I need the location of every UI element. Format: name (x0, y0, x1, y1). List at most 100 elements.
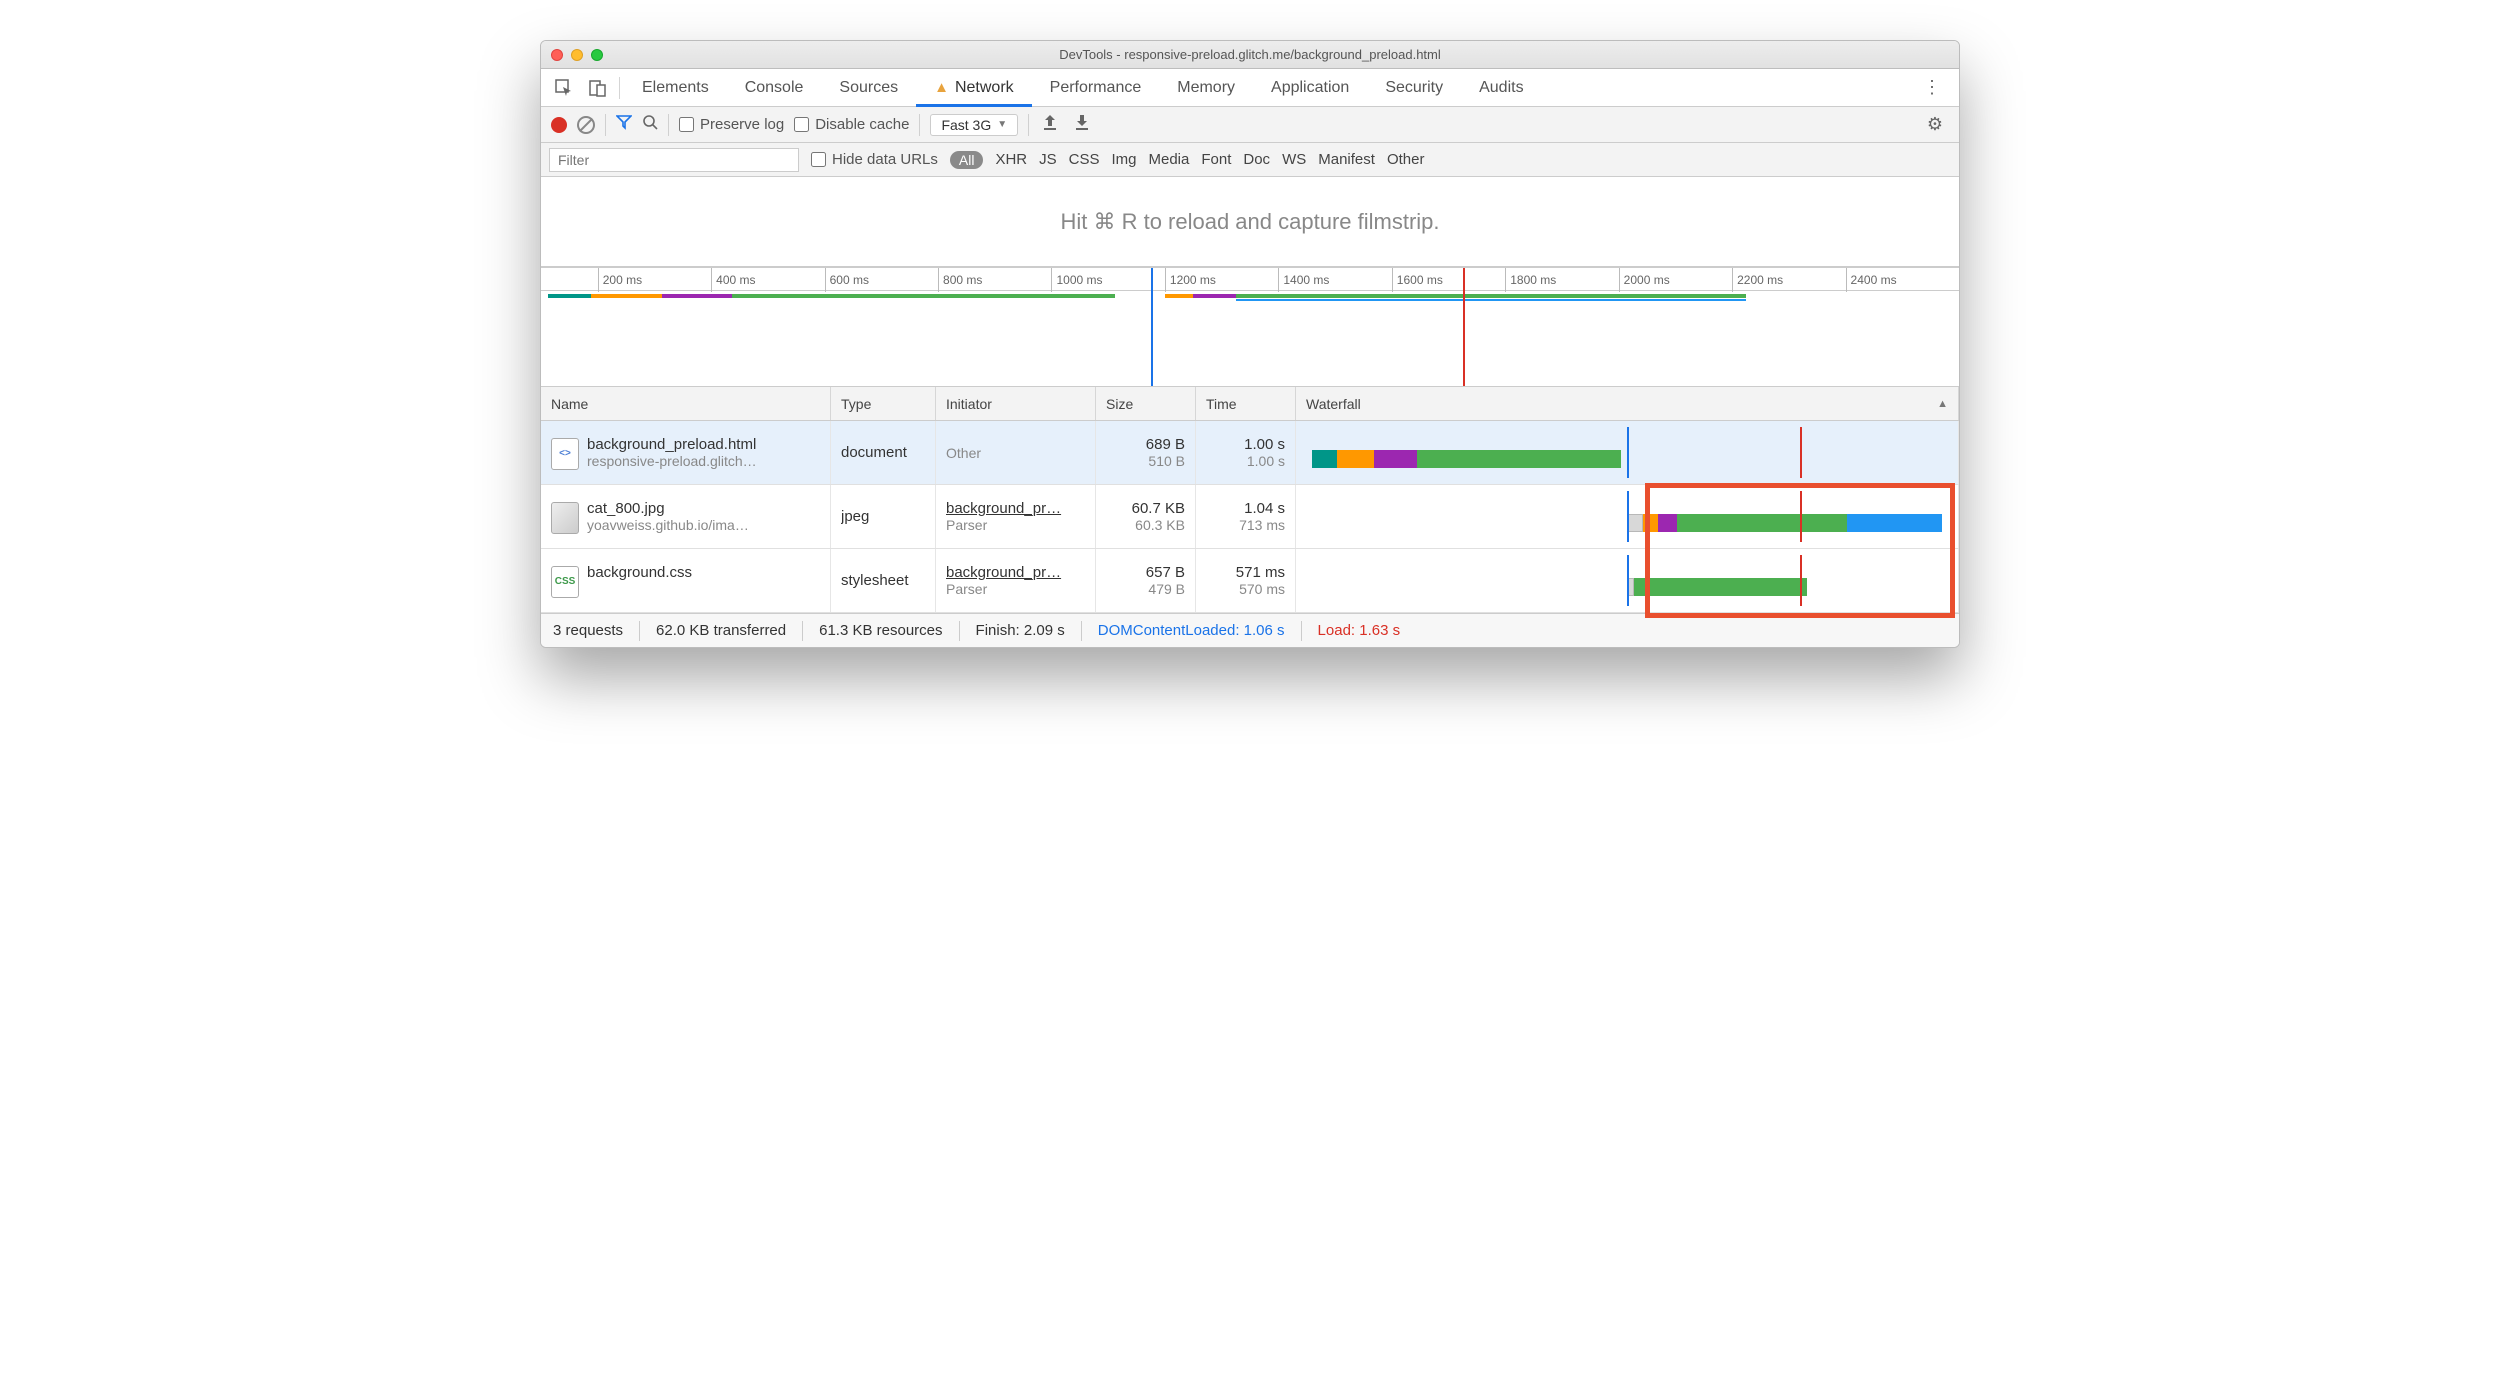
footer-load: Load: 1.63 s (1318, 622, 1401, 639)
filter-type-js[interactable]: JS (1039, 151, 1057, 168)
tick: 2000 ms (1619, 268, 1670, 292)
sort-icon: ▲ (1937, 398, 1948, 410)
col-type[interactable]: Type (831, 387, 936, 420)
tab-memory[interactable]: Memory (1159, 69, 1253, 107)
request-initiator: Other (946, 445, 1085, 461)
devtools-window: DevTools - responsive-preload.glitch.me/… (540, 40, 1960, 648)
time-latency: 570 ms (1239, 581, 1285, 597)
request-table-header: Name Type Initiator Size Time Waterfall ▲ (541, 387, 1959, 421)
tab-sources[interactable]: Sources (821, 69, 916, 107)
filter-input[interactable] (549, 148, 799, 172)
time-latency: 1.00 s (1247, 453, 1285, 469)
upload-har-icon[interactable] (1039, 114, 1061, 135)
throttle-select[interactable]: Fast 3G ▼ (930, 114, 1018, 136)
timeline-overview[interactable]: 200 ms 400 ms 600 ms 800 ms 1000 ms 1200… (541, 267, 1959, 387)
preserve-log-checkbox[interactable]: Preserve log (679, 116, 784, 133)
tick: 1000 ms (1051, 268, 1102, 292)
tab-console[interactable]: Console (727, 69, 822, 107)
filter-type-img[interactable]: Img (1111, 151, 1136, 168)
time-total: 571 ms (1236, 564, 1285, 581)
time-total: 1.00 s (1244, 436, 1285, 453)
clear-button[interactable] (577, 116, 595, 134)
tab-audits[interactable]: Audits (1461, 69, 1541, 107)
request-row[interactable]: <> background_preload.html responsive-pr… (541, 421, 1959, 485)
waterfall-cell (1306, 491, 1948, 542)
footer-transferred: 62.0 KB transferred (656, 622, 786, 639)
col-waterfall-label: Waterfall (1306, 396, 1361, 412)
request-name: background_preload.html (587, 436, 757, 453)
search-icon[interactable] (642, 114, 658, 135)
separator (668, 114, 669, 136)
file-html-icon: <> (551, 438, 579, 470)
filter-type-font[interactable]: Font (1201, 151, 1231, 168)
more-menu-icon[interactable]: ⋮ (1911, 77, 1953, 98)
col-waterfall[interactable]: Waterfall ▲ (1296, 387, 1959, 420)
size-resource: 479 B (1148, 581, 1185, 597)
separator (619, 77, 620, 99)
filter-type-other[interactable]: Other (1387, 151, 1425, 168)
tab-network[interactable]: ▲ Network (916, 69, 1032, 107)
tick: 2200 ms (1732, 268, 1783, 292)
initiator-type: Parser (946, 581, 1085, 597)
size-resource: 60.3 KB (1135, 517, 1185, 533)
initiator-type: Parser (946, 517, 1085, 533)
request-row[interactable]: cat_800.jpg yoavweiss.github.io/ima… jpe… (541, 485, 1959, 549)
tab-performance[interactable]: Performance (1032, 69, 1160, 107)
filter-type-xhr[interactable]: XHR (995, 151, 1027, 168)
tick: 600 ms (825, 268, 869, 292)
filter-type-ws[interactable]: WS (1282, 151, 1306, 168)
request-name: cat_800.jpg (587, 500, 749, 517)
request-type: document (841, 444, 925, 461)
filter-type-manifest[interactable]: Manifest (1318, 151, 1375, 168)
tick: 1400 ms (1278, 268, 1329, 292)
filter-type-media[interactable]: Media (1149, 151, 1190, 168)
col-initiator[interactable]: Initiator (936, 387, 1096, 420)
col-time[interactable]: Time (1196, 387, 1296, 420)
throttle-value: Fast 3G (941, 117, 991, 133)
filmstrip-hint: Hit ⌘ R to reload and capture filmstrip. (541, 177, 1959, 267)
warning-icon: ▲ (934, 79, 949, 96)
filter-icon[interactable] (616, 114, 632, 135)
hide-data-urls-checkbox[interactable]: Hide data URLs (811, 151, 938, 168)
col-size[interactable]: Size (1096, 387, 1196, 420)
tab-elements[interactable]: Elements (624, 69, 727, 107)
record-button[interactable] (551, 117, 567, 133)
device-toolbar-icon[interactable] (581, 69, 615, 107)
filter-type-all[interactable]: All (950, 151, 984, 169)
download-har-icon[interactable] (1071, 114, 1093, 135)
request-domain: responsive-preload.glitch… (587, 453, 757, 469)
preserve-log-input[interactable] (679, 117, 694, 132)
waterfall-cell (1306, 555, 1948, 606)
filter-type-css[interactable]: CSS (1069, 151, 1100, 168)
time-total: 1.04 s (1244, 500, 1285, 517)
tick: 1800 ms (1505, 268, 1556, 292)
request-rows: <> background_preload.html responsive-pr… (541, 421, 1959, 613)
tab-network-label: Network (955, 79, 1014, 97)
waterfall-cell (1306, 427, 1948, 478)
disable-cache-checkbox[interactable]: Disable cache (794, 116, 909, 133)
chevron-down-icon: ▼ (997, 119, 1007, 130)
hide-data-urls-input[interactable] (811, 152, 826, 167)
disable-cache-input[interactable] (794, 117, 809, 132)
tab-application[interactable]: Application (1253, 69, 1367, 107)
separator (1028, 114, 1029, 136)
size-transferred: 657 B (1146, 564, 1185, 581)
tab-security[interactable]: Security (1367, 69, 1461, 107)
tick: 200 ms (598, 268, 642, 292)
inspect-element-icon[interactable] (547, 69, 581, 107)
separator (919, 114, 920, 136)
filter-type-doc[interactable]: Doc (1243, 151, 1270, 168)
request-type: jpeg (841, 508, 925, 525)
size-transferred: 60.7 KB (1132, 500, 1185, 517)
file-css-icon: CSS (551, 566, 579, 598)
footer-finish: Finish: 2.09 s (976, 622, 1065, 639)
settings-icon[interactable]: ⚙ (1921, 114, 1949, 135)
col-name[interactable]: Name (541, 387, 831, 420)
footer-resources: 61.3 KB resources (819, 622, 942, 639)
preserve-log-label: Preserve log (700, 116, 784, 133)
request-initiator[interactable]: background_pr… (946, 564, 1085, 581)
titlebar: DevTools - responsive-preload.glitch.me/… (541, 41, 1959, 69)
request-initiator[interactable]: background_pr… (946, 500, 1085, 517)
request-row[interactable]: CSS background.css stylesheet background… (541, 549, 1959, 613)
footer-dcl: DOMContentLoaded: 1.06 s (1098, 622, 1285, 639)
